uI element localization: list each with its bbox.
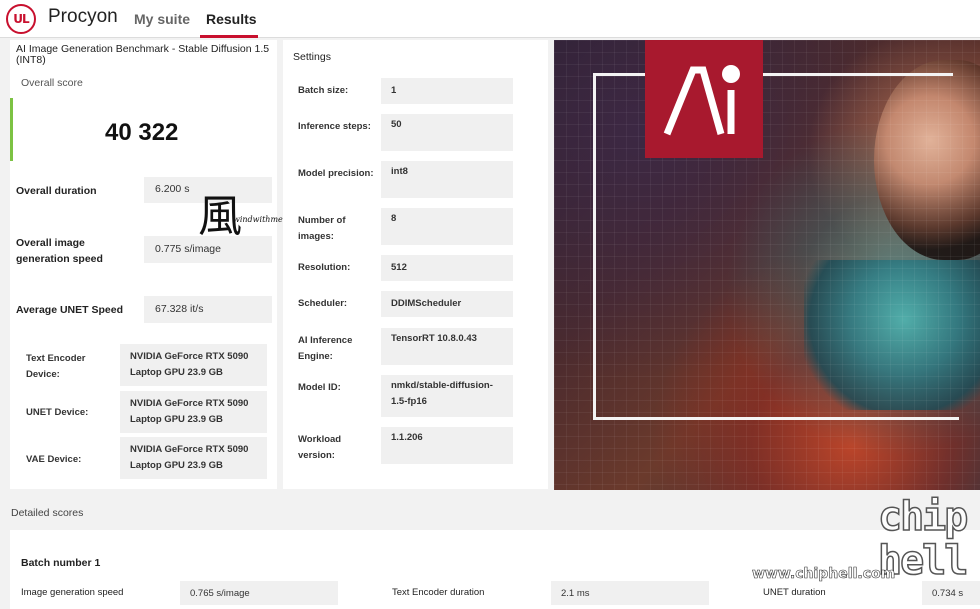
batch-title: Batch number 1 (21, 557, 101, 569)
setting-value-inference-engine: TensorRT 10.8.0.43 (381, 328, 513, 365)
setting-value-workload-version: 1.1.206 (381, 427, 513, 464)
stat-label: Average UNET Speed (16, 304, 123, 316)
chiphell-url: www.chiphell.com (752, 566, 896, 583)
device-label: VAE Device: (26, 454, 82, 465)
setting-label-scheduler: Scheduler: (298, 298, 348, 309)
ai-logo-icon (663, 65, 740, 136)
setting-label-workload-version: Workload version: (298, 434, 342, 461)
setting-label-inference-steps: Inference steps: (298, 121, 371, 132)
active-tab-indicator (200, 35, 258, 38)
device-label: Text Encoder Device: (26, 353, 86, 380)
setting-value-resolution: 512 (381, 255, 513, 281)
nav-my-suite[interactable]: My suite (134, 11, 190, 27)
setting-label-number-of-images: Number of images: (298, 215, 346, 242)
detail-value-text-encoder-duration: 2.1 ms (551, 581, 709, 605)
detail-label-image-generation-speed: Image generation speed (21, 587, 124, 598)
setting-label-model-id: Model ID: (298, 382, 341, 393)
hero-frame-top-right (763, 73, 953, 76)
setting-label-batch-size: Batch size: (298, 85, 349, 96)
top-nav: UL Procyon My suite Results (0, 0, 980, 38)
author-watermark-text: windwithme (233, 215, 283, 224)
stat-label: Overall image generation speed (16, 237, 103, 265)
overall-score-value: 40 322 (105, 119, 179, 146)
device-label: UNET Device: (26, 407, 89, 418)
device-value: NVIDIA GeForce RTX 5090 Laptop GPU 23.9 … (120, 437, 267, 479)
detail-label-unet-duration: UNET duration (763, 587, 826, 598)
setting-value-model-id: nmkd/stable-diffusion-1.5-fp16 (381, 375, 513, 417)
stat-label: Overall duration (16, 185, 97, 197)
overall-score-label: Overall score (21, 77, 83, 89)
settings-title: Settings (293, 51, 331, 63)
benchmark-hero-image (554, 40, 980, 490)
setting-value-inference-steps: 50 (381, 114, 513, 151)
setting-value-model-precision: int8 (381, 161, 513, 198)
ai-badge-icon (645, 40, 763, 158)
detail-value-image-generation-speed: 0.765 s/image (180, 581, 338, 605)
nav-results[interactable]: Results (206, 11, 257, 27)
detailed-scores-heading: Detailed scores (11, 507, 84, 519)
device-value: NVIDIA GeForce RTX 5090 Laptop GPU 23.9 … (120, 391, 267, 433)
summary-panel: AI Image Generation Benchmark - Stable D… (10, 40, 277, 489)
setting-label-model-precision: Model precision: (298, 168, 374, 179)
benchmark-title: AI Image Generation Benchmark - Stable D… (16, 43, 270, 66)
setting-value-batch-size: 1 (381, 78, 513, 104)
setting-label-inference-engine: AI Inference Engine: (298, 335, 353, 362)
setting-value-number-of-images: 8 (381, 208, 513, 245)
stat-value: 67.328 it/s (144, 296, 272, 323)
detail-label-text-encoder-duration: Text Encoder duration (392, 587, 485, 598)
settings-panel: Settings Batch size: 1 Inference steps: … (283, 40, 548, 489)
device-value: NVIDIA GeForce RTX 5090 Laptop GPU 23.9 … (120, 344, 267, 386)
ul-logo-icon[interactable]: UL (6, 4, 36, 34)
hero-frame-top (593, 73, 645, 76)
brand-name: Procyon (48, 6, 118, 27)
setting-value-scheduler: DDIMScheduler (381, 291, 513, 317)
score-indicator-bar (10, 98, 13, 161)
setting-label-resolution: Resolution: (298, 262, 351, 273)
